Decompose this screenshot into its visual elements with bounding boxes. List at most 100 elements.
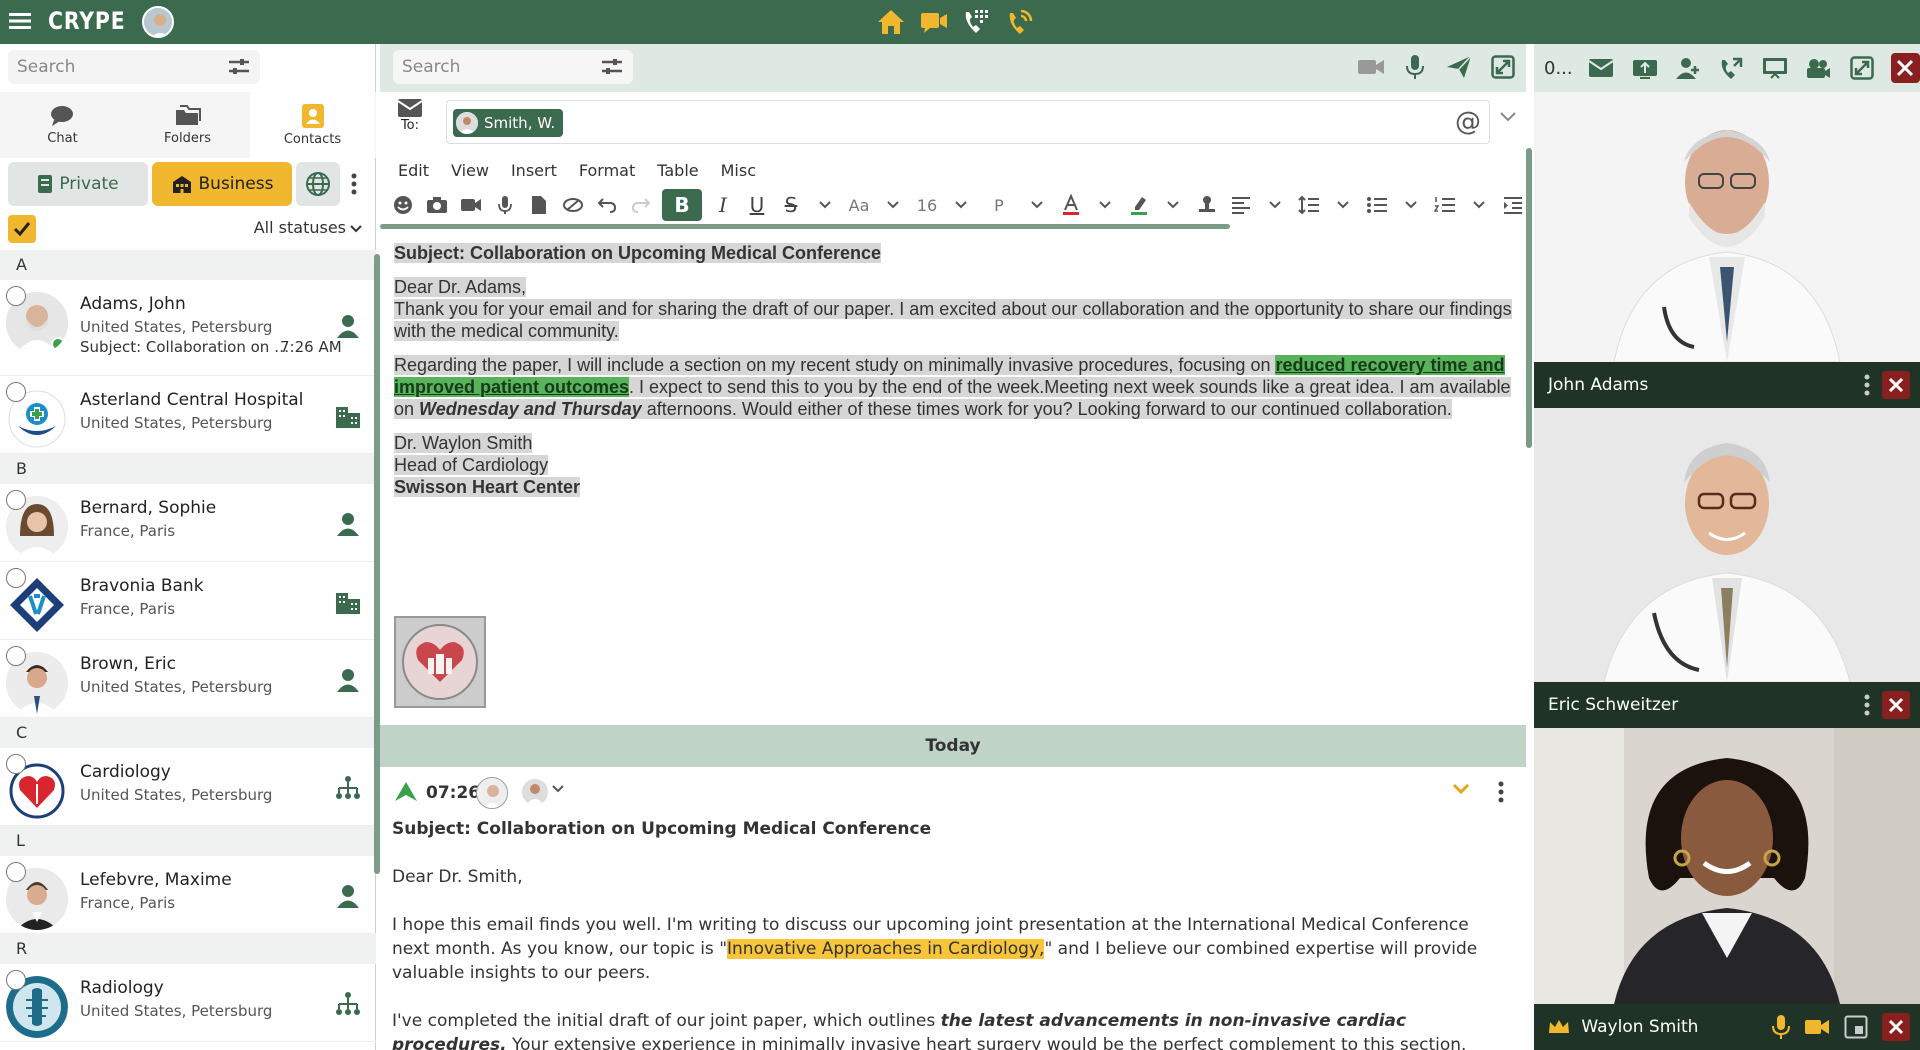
strikethrough-button[interactable]: S [778,189,804,221]
user-avatar[interactable] [142,6,174,38]
chevron-down-icon[interactable] [1466,189,1492,221]
video-camera-icon[interactable] [1356,52,1386,82]
close-icon[interactable] [1882,691,1910,719]
picture-in-picture-icon[interactable] [1844,1015,1868,1039]
contact-item[interactable]: Radiology United States, Petersburg [0,964,376,1042]
contact-item[interactable]: Asterland Central Hospital United States… [0,376,376,454]
collapse-chevron-icon[interactable] [1452,783,1470,795]
contact-select-radio[interactable] [6,286,26,306]
editor-scrollbar[interactable] [1526,148,1532,448]
contact-select-radio[interactable] [6,754,26,774]
toolbar-scrollbar[interactable] [380,224,1230,229]
menu-table[interactable]: Table [657,156,698,186]
record-icon[interactable] [1804,53,1833,83]
contact-select-radio[interactable] [6,568,26,588]
message-editor[interactable]: Subject: Collaboration on Upcoming Medic… [394,236,1512,726]
screen-share-icon[interactable] [1630,53,1659,83]
contact-item[interactable]: Cardiology United States, Petersburg [0,748,376,826]
phone-call-icon[interactable] [1004,6,1036,38]
filter-sliders-icon[interactable] [228,57,250,77]
line-height-icon[interactable] [1296,189,1322,221]
status-dropdown[interactable]: All statuses [254,218,362,237]
paragraph-style-select[interactable]: P [982,189,1016,221]
file-icon[interactable] [526,189,552,221]
chevron-down-icon[interactable] [1092,189,1118,221]
font-family-select[interactable]: Aa [846,189,872,221]
filter-sliders-icon[interactable] [601,57,623,77]
italic-button[interactable]: I [710,189,736,221]
chevron-down-icon[interactable] [1262,189,1288,221]
chevron-down-icon[interactable] [880,189,906,221]
bold-button[interactable]: B [662,189,702,221]
video-icon[interactable] [458,189,484,221]
more-options-icon[interactable] [1864,374,1870,396]
menu-edit[interactable]: Edit [398,156,429,186]
highlight-color-icon[interactable] [1126,189,1152,221]
redo-icon[interactable] [628,189,654,221]
contact-item[interactable]: Lefebvre, Maxime France, Paris [0,856,376,934]
microphone-icon[interactable] [1772,1014,1790,1040]
tab-folders[interactable]: Folders [125,92,250,158]
contact-select-radio[interactable] [6,490,26,510]
video-camera-icon[interactable] [1804,1017,1830,1037]
contact-item[interactable]: Bravonia Bank France, Paris [0,562,376,640]
more-options-icon[interactable] [344,162,364,206]
menu-format[interactable]: Format [579,156,635,186]
chevron-down-icon[interactable] [1160,189,1186,221]
video-chat-icon[interactable] [918,6,950,38]
more-options-icon[interactable] [1498,781,1504,803]
contact-item[interactable]: Adams, John United States, Petersburg Su… [0,280,376,376]
chevron-down-icon[interactable] [1024,189,1050,221]
recipient-field[interactable]: Smith, W. @ [446,100,1490,144]
close-icon[interactable] [1890,53,1920,83]
select-all-checkbox[interactable] [8,215,36,243]
avatar[interactable] [476,777,508,809]
chevron-down-icon[interactable] [1398,189,1424,221]
indent-icon[interactable] [1500,189,1526,221]
contact-select-radio[interactable] [6,382,26,402]
chevron-down-icon[interactable] [552,785,564,793]
hamburger-menu-icon[interactable] [8,9,32,33]
dialpad-icon[interactable] [961,6,993,38]
expand-icon[interactable] [1488,52,1518,82]
close-icon[interactable] [1882,1013,1910,1041]
camera-icon[interactable] [424,189,450,221]
contact-select-radio[interactable] [6,970,26,990]
chevron-down-icon[interactable] [1330,189,1356,221]
video-feed[interactable] [1534,728,1920,1004]
chevron-down-icon[interactable] [948,189,974,221]
sidebar-search-input[interactable] [8,50,208,84]
at-mention-icon[interactable]: @ [1455,107,1481,137]
tab-contacts[interactable]: Contacts [250,92,375,158]
link-icon[interactable] [560,189,586,221]
menu-view[interactable]: View [451,156,489,186]
close-icon[interactable] [1882,371,1910,399]
video-feed[interactable] [1534,92,1920,362]
to-selector[interactable]: To: [390,98,430,150]
menu-insert[interactable]: Insert [511,156,557,186]
transfer-call-icon[interactable] [1717,53,1746,83]
bullet-list-icon[interactable] [1364,189,1390,221]
envelope-icon[interactable] [1587,53,1616,83]
numbered-list-icon[interactable] [1432,189,1458,221]
text-color-icon[interactable] [1058,189,1084,221]
home-icon[interactable] [875,6,907,38]
fullscreen-icon[interactable] [1847,53,1876,83]
contact-select-radio[interactable] [6,646,26,666]
contact-item[interactable]: Bernard, Sophie France, Paris [0,484,376,562]
stamp-icon[interactable] [1194,189,1220,221]
business-filter-button[interactable]: Business [152,162,292,206]
chevron-down-icon[interactable] [812,189,838,221]
menu-misc[interactable]: Misc [721,156,756,186]
avatar[interactable] [522,779,548,805]
add-user-icon[interactable] [1673,53,1702,83]
microphone-icon[interactable] [1400,52,1430,82]
more-options-icon[interactable] [1864,694,1870,716]
signature-logo[interactable] [394,616,486,708]
tab-chat[interactable]: Chat [0,92,125,158]
recipient-chip[interactable]: Smith, W. [453,109,564,137]
globe-filter-button[interactable] [296,162,340,206]
contact-item[interactable]: Brown, Eric United States, Petersburg [0,640,376,718]
underline-button[interactable]: U [744,189,770,221]
align-left-icon[interactable] [1228,189,1254,221]
